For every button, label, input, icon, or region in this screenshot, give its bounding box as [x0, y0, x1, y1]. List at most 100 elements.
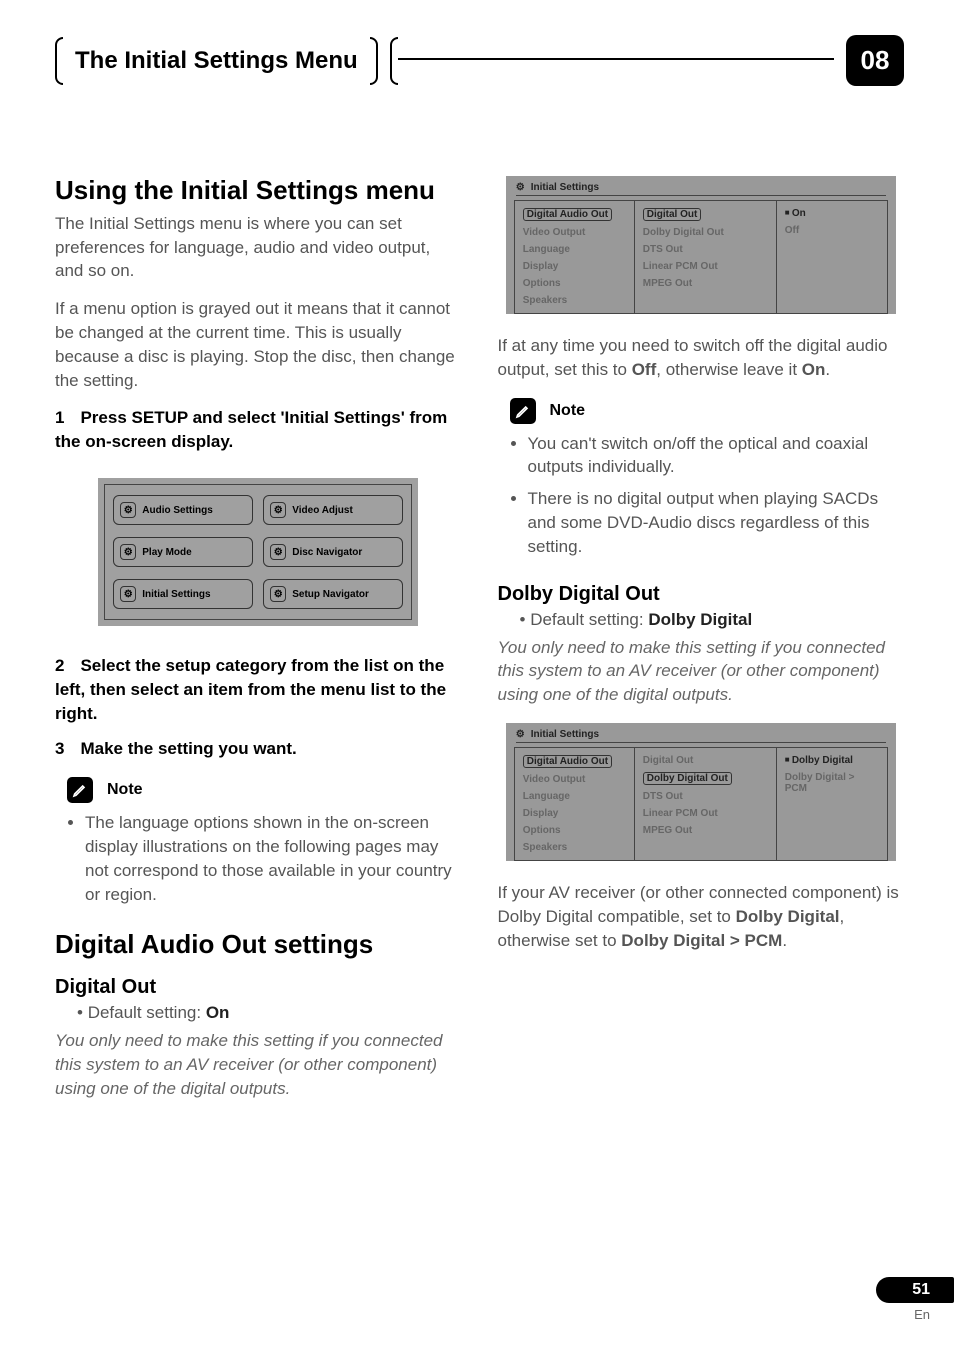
video-icon: [270, 502, 286, 518]
osd-category-item: Speakers: [523, 292, 626, 309]
bold-dolby-pcm: Dolby Digital > PCM: [621, 931, 782, 950]
default-value: Dolby Digital: [648, 610, 752, 629]
settings-icon: [516, 729, 525, 740]
condition-note: You only need to make this setting if yo…: [55, 1029, 462, 1100]
osd-title: Initial Settings: [531, 729, 599, 740]
pencil-icon: [67, 777, 93, 803]
osd-settings-figure-1: Initial Settings Digital Audio Out Video…: [506, 176, 896, 314]
subsection-heading: Dolby Digital Out: [498, 583, 905, 606]
step-2: 2Select the setup category from the list…: [55, 654, 462, 725]
osd-item: Dolby Digital Out: [643, 772, 732, 785]
section-heading: Digital Audio Out settings: [55, 930, 462, 960]
osd-disc-navigator-button: Disc Navigator: [263, 537, 403, 567]
osd-category-list: Digital Audio Out Video Output Language …: [515, 201, 635, 313]
osd-button-label: Audio Settings: [142, 505, 213, 516]
osd-category-item: Language: [523, 241, 626, 258]
note-bullet: There is no digital output when playing …: [528, 487, 905, 558]
page-title: The Initial Settings Menu: [67, 47, 366, 75]
osd-initial-settings-button: Initial Settings: [113, 579, 253, 609]
osd-menu-figure: Audio Settings Video Adjust Play Mode Di…: [98, 478, 418, 626]
osd-item: Digital Out: [643, 208, 702, 221]
osd-item: Linear PCM Out: [643, 805, 768, 822]
audio-icon: [120, 502, 136, 518]
default-setting: • Default setting: On: [77, 1003, 462, 1023]
note-label: Note: [107, 781, 143, 799]
osd-item: DTS Out: [643, 241, 768, 258]
intro-paragraph-1: The Initial Settings menu is where you c…: [55, 212, 462, 283]
osd-category-item: Video Output: [523, 771, 626, 788]
settings-icon: [516, 182, 525, 193]
osd-button-label: Initial Settings: [142, 589, 210, 600]
intro-paragraph-2: If a menu option is grayed out it means …: [55, 297, 462, 392]
osd-play-mode-button: Play Mode: [113, 537, 253, 567]
osd-category-item: Digital Audio Out: [523, 208, 612, 221]
note-bullet: You can't switch on/off the optical and …: [528, 432, 905, 480]
note-heading: Note: [510, 398, 905, 424]
bold-on: On: [802, 360, 826, 379]
osd-item: Linear PCM Out: [643, 258, 768, 275]
default-value: On: [206, 1003, 230, 1022]
osd-item: Dolby Digital Out: [643, 224, 768, 241]
subsection-heading: Digital Out: [55, 976, 462, 999]
osd-category-item: Display: [523, 805, 626, 822]
osd-button-label: Setup Navigator: [292, 589, 369, 600]
disc-icon: [270, 544, 286, 560]
note-heading: Note: [67, 777, 462, 803]
condition-note: You only need to make this setting if yo…: [498, 636, 905, 707]
page-number: 51: [876, 1277, 954, 1303]
osd-category-list: Digital Audio Out Video Output Language …: [515, 748, 635, 860]
osd-item-list: Digital Out Dolby Digital Out DTS Out Li…: [635, 748, 777, 860]
header-paren-right: [370, 37, 378, 85]
step-text: Select the setup category from the list …: [55, 656, 446, 723]
chapter-number: 08: [846, 35, 904, 86]
osd-value-item: Off: [785, 222, 879, 239]
osd-button-label: Disc Navigator: [292, 547, 362, 558]
paragraph: If your AV receiver (or other connected …: [498, 881, 905, 952]
osd-audio-settings-button: Audio Settings: [113, 495, 253, 525]
setup-icon: [270, 586, 286, 602]
osd-category-item: Options: [523, 275, 626, 292]
bold-dolby-digital: Dolby Digital: [736, 907, 840, 926]
osd-setup-navigator-button: Setup Navigator: [263, 579, 403, 609]
default-setting: • Default setting: Dolby Digital: [520, 610, 905, 630]
bold-off: Off: [632, 360, 657, 379]
osd-category-item: Video Output: [523, 224, 626, 241]
page-header: The Initial Settings Menu 08: [55, 35, 904, 86]
osd-title: Initial Settings: [531, 182, 599, 193]
osd-item: DTS Out: [643, 788, 768, 805]
step-number: 1: [55, 408, 64, 427]
osd-value-item: On: [785, 205, 879, 222]
osd-category-item: Digital Audio Out: [523, 755, 612, 768]
default-label: Default setting:: [88, 1003, 201, 1022]
osd-category-item: Options: [523, 822, 626, 839]
header-paren-left: [55, 37, 63, 85]
section-heading: Using the Initial Settings menu: [55, 176, 462, 206]
osd-settings-figure-2: Initial Settings Digital Audio Out Video…: [506, 723, 896, 861]
osd-button-label: Play Mode: [142, 547, 191, 558]
osd-video-adjust-button: Video Adjust: [263, 495, 403, 525]
note-bullet: The language options shown in the on-scr…: [85, 811, 462, 906]
note-label: Note: [550, 402, 586, 420]
right-column: Initial Settings Digital Audio Out Video…: [498, 176, 905, 1117]
left-column: Using the Initial Settings menu The Init…: [55, 176, 462, 1117]
osd-item: MPEG Out: [643, 822, 768, 839]
paragraph: If at any time you need to switch off th…: [498, 334, 905, 382]
osd-value-item: Dolby Digital > PCM: [785, 769, 879, 797]
note-list: You can't switch on/off the optical and …: [528, 432, 905, 559]
play-icon: [120, 544, 136, 560]
pencil-icon: [510, 398, 536, 424]
step-3: 3Make the setting you want.: [55, 737, 462, 761]
note-list: The language options shown in the on-scr…: [85, 811, 462, 906]
step-number: 2: [55, 656, 64, 675]
step-1: 1Press SETUP and select 'Initial Setting…: [55, 406, 462, 454]
osd-category-item: Display: [523, 258, 626, 275]
settings-icon: [120, 586, 136, 602]
osd-category-item: Language: [523, 788, 626, 805]
page-footer: 51 En: [876, 1277, 954, 1322]
osd-item-list: Digital Out Dolby Digital Out DTS Out Li…: [635, 201, 777, 313]
osd-value-list: Dolby Digital Dolby Digital > PCM: [777, 748, 887, 860]
osd-button-label: Video Adjust: [292, 505, 353, 516]
osd-item: MPEG Out: [643, 275, 768, 292]
osd-value-list: On Off: [777, 201, 887, 313]
step-number: 3: [55, 739, 64, 758]
